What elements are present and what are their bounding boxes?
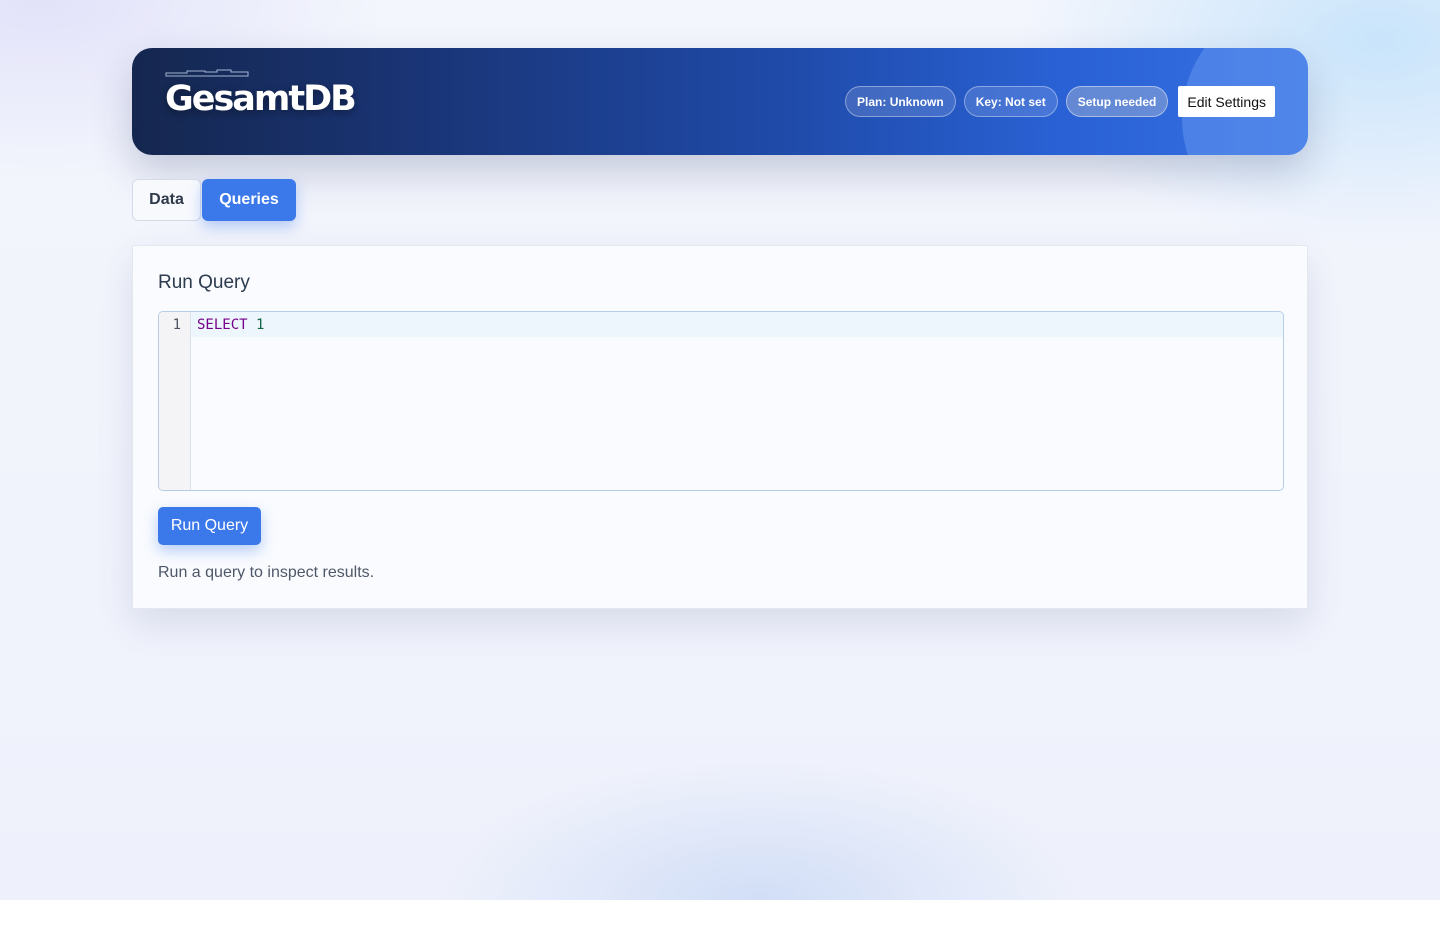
- tab-queries[interactable]: Queries: [202, 179, 296, 221]
- app-header: GesamtDB Plan: Unknown Key: Not set Setu…: [132, 48, 1308, 155]
- setup-badge: Setup needed: [1065, 86, 1169, 117]
- brand-logo-text: GesamtDB: [165, 79, 357, 119]
- tab-bar: Data Queries: [132, 179, 296, 221]
- sql-keyword: SELECT: [197, 317, 248, 333]
- sql-number: 1: [256, 317, 265, 333]
- sql-editor[interactable]: 1 SELECT 1: [158, 311, 1284, 491]
- run-query-button[interactable]: Run Query: [158, 507, 261, 545]
- tab-data[interactable]: Data: [132, 179, 201, 221]
- plan-badge: Plan: Unknown: [845, 86, 956, 117]
- query-panel: Run Query 1 SELECT 1 Run Query Run a que…: [132, 245, 1308, 609]
- editor-active-line: [191, 312, 1283, 337]
- key-badge: Key: Not set: [963, 86, 1058, 117]
- editor-gutter: [159, 312, 191, 490]
- edit-settings-button[interactable]: Edit Settings: [1178, 86, 1275, 117]
- brand-ornament-icon: [165, 69, 249, 77]
- query-panel-title: Run Query: [158, 272, 250, 293]
- header-actions: Plan: Unknown Key: Not set Setup needed …: [845, 86, 1275, 117]
- line-number: 1: [172, 317, 181, 333]
- results-hint: Run a query to inspect results.: [158, 564, 375, 581]
- editor-code-line[interactable]: SELECT 1: [197, 317, 264, 333]
